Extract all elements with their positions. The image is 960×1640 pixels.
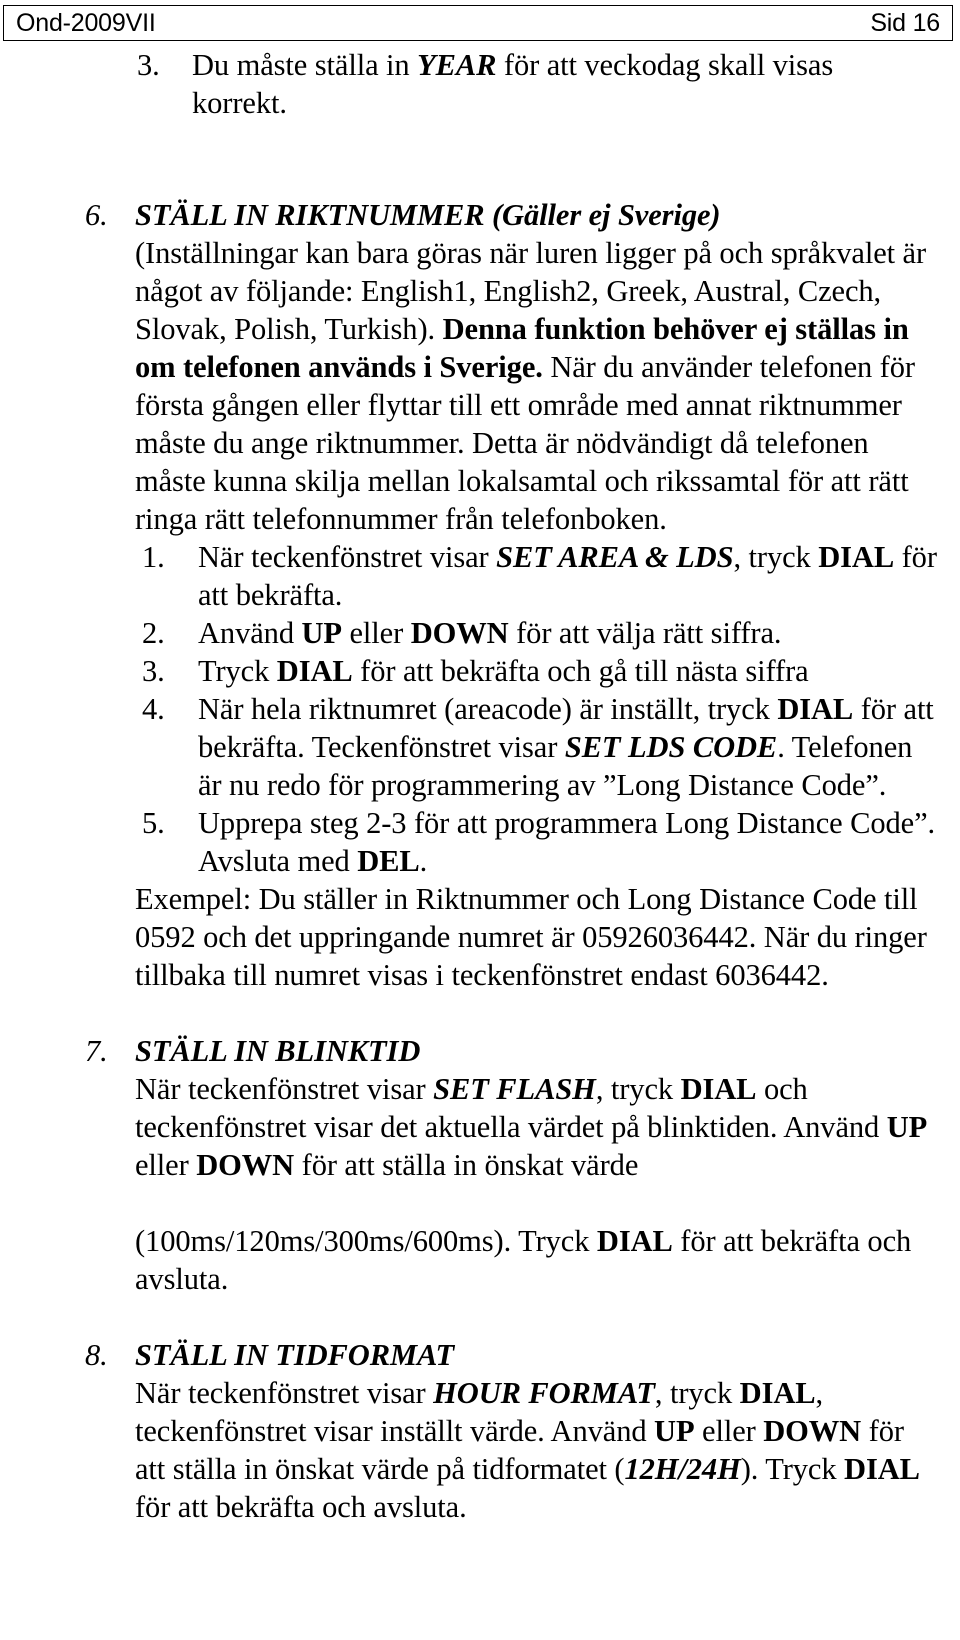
document-body: 3. Du måste ställa in YEAR för att vecko… [0, 46, 960, 1526]
text-run: eller [135, 1148, 197, 1182]
text-run: ). Tryck [740, 1452, 845, 1486]
text-run: När teckenfönstret visar [135, 1376, 434, 1410]
text-run: för att veckodag skall visas [496, 48, 834, 82]
emphasis-year: YEAR [417, 48, 497, 82]
text-run: eller [694, 1414, 764, 1448]
text-run: När hela riktnumret (areacode) är instäl… [198, 692, 778, 726]
section-7: 7. STÄLL IN BLINKTID När teckenfönstret … [0, 1032, 960, 1298]
key-dial: DIAL [276, 654, 353, 688]
step-3-number: 3. [142, 654, 165, 688]
key-down: DOWN [410, 616, 509, 650]
step-5-text: Upprepa steg 2-3 för att programmera Lon… [198, 806, 935, 878]
text-run: eller [341, 616, 411, 650]
section-8: 8. STÄLL IN TIDFORMAT När teckenfönstret… [0, 1336, 960, 1526]
section-6-step-4: 4. När hela riktnumret (areacode) är ins… [135, 690, 940, 804]
step-1-number: 1. [142, 540, 165, 574]
section-8-title: STÄLL IN TIDFORMAT [135, 1338, 455, 1372]
key-down: DOWN [763, 1414, 862, 1448]
section-8-body: När teckenfönstret visar HOUR FORMAT, tr… [135, 1374, 940, 1526]
text-run: Upprepa steg 2-3 för att programmera Lon… [198, 806, 936, 878]
section-6-example: Exempel: Du ställer in Riktnummer och Lo… [135, 882, 927, 992]
key-dial: DIAL [818, 540, 895, 574]
list-item-3-text: Du måste ställa in YEAR för att veckodag… [192, 48, 833, 120]
key-del: DEL [357, 844, 420, 878]
step-2-text: Använd UP eller DOWN för att välja rätt … [198, 616, 782, 650]
section-6-intro: (Inställningar kan bara göras när luren … [135, 234, 940, 538]
section-6-title: STÄLL IN RIKTNUMMER (Gäller ej Sverige) [135, 198, 721, 232]
list-item-3-number: 3. [137, 48, 160, 82]
key-dial: DIAL [844, 1452, 920, 1486]
key-up: UP [301, 616, 343, 650]
text-run: . [419, 844, 428, 878]
section-7-title: STÄLL IN BLINKTID [135, 1034, 421, 1068]
key-dial: DIAL [680, 1072, 757, 1106]
key-up: UP [886, 1110, 928, 1144]
text-run: korrekt. [192, 86, 287, 120]
section-6-number: 6. [85, 198, 108, 232]
emphasis-set-lds-code: SET LDS CODE [564, 730, 778, 764]
text-run: När teckenfönstret visar [198, 540, 497, 574]
section-7-body: När teckenfönstret visar SET FLASH, tryc… [135, 1070, 940, 1184]
text-run: Tryck [198, 654, 277, 688]
step-4-number: 4. [142, 692, 165, 726]
section-6-step-2: 2. Använd UP eller DOWN för att välja rä… [135, 614, 940, 652]
key-up: UP [654, 1414, 695, 1448]
section-8-number: 8. [85, 1338, 108, 1372]
section-6-step-5: 5. Upprepa steg 2-3 för att programmera … [135, 804, 940, 880]
text-run: Använd [198, 616, 302, 650]
text-run: för att ställa in önskat värde [294, 1148, 639, 1182]
key-down: DOWN [196, 1148, 295, 1182]
text-run: för att välja rätt siffra. [508, 616, 782, 650]
section-7-number: 7. [85, 1034, 108, 1068]
text-run: för att bekräfta och avsluta. [135, 1490, 467, 1524]
text-run: När teckenfönstret visar [135, 1072, 434, 1106]
key-dial: DIAL [596, 1224, 673, 1258]
step-2-number: 2. [142, 616, 165, 650]
section-6: 6. STÄLL IN RIKTNUMMER (Gäller ej Sverig… [0, 196, 960, 994]
emphasis-12h-24h: 12H/24H [624, 1452, 741, 1486]
text-run: Du måste ställa in [192, 48, 418, 82]
key-dial: DIAL [739, 1376, 816, 1410]
section-7-tail: (100ms/120ms/300ms/600ms). Tryck DIAL fö… [135, 1222, 940, 1298]
step-3-text: Tryck DIAL för att bekräfta och gå till … [198, 654, 809, 688]
text-run: , tryck [595, 1072, 681, 1106]
section-6-step-1: 1. När teckenfönstret visar SET AREA & L… [135, 538, 940, 614]
page-number: Sid 16 [870, 8, 940, 37]
emphasis-set-flash: SET FLASH [433, 1072, 596, 1106]
text-run: (100ms/120ms/300ms/600ms). Tryck [135, 1224, 597, 1258]
text-run: för att bekräfta och gå till nästa siffr… [352, 654, 809, 688]
list-item-3: 3. Du måste ställa in YEAR för att vecko… [0, 46, 960, 122]
section-6-step-3: 3. Tryck DIAL för att bekräfta och gå ti… [135, 652, 940, 690]
document-code: Ond-2009VII [16, 8, 156, 37]
emphasis-hour-format: HOUR FORMAT [433, 1376, 655, 1410]
text-run: , tryck [733, 540, 819, 574]
emphasis-set-area-lds: SET AREA & LDS [496, 540, 734, 574]
key-dial: DIAL [777, 692, 854, 726]
text-run: , tryck [654, 1376, 740, 1410]
step-1-text: När teckenfönstret visar SET AREA & LDS,… [198, 540, 937, 612]
step-4-text: När hela riktnumret (areacode) är instäl… [198, 692, 934, 802]
step-5-number: 5. [142, 806, 165, 840]
page-header-box: Ond-2009VII Sid 16 [3, 5, 953, 41]
